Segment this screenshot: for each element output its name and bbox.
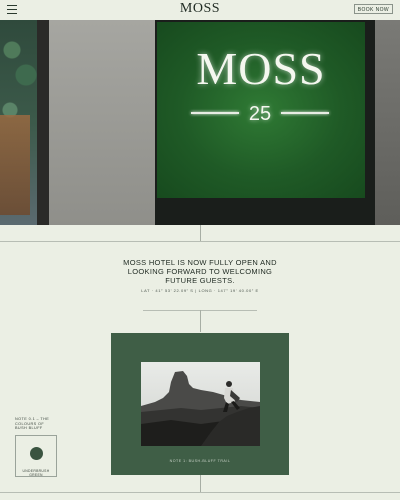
sign-number: 25 — [248, 103, 272, 125]
sign-divider-left — [191, 112, 239, 114]
sign-title: MOSS — [196, 43, 326, 94]
colour-note: NOTE 0.1 – THE COLOURS OF BUSH BLUFF — [15, 417, 50, 431]
announcement-text: MOSS HOTEL IS NOW FULLY OPEN AND LOOKING… — [123, 258, 277, 285]
divider-vertical — [200, 475, 201, 492]
swatch-label: UNDERBRUSH GREEN — [22, 469, 50, 477]
divider-vertical — [200, 225, 201, 241]
site-header: MOSS BOOK NOW — [0, 0, 400, 20]
book-now-button[interactable]: BOOK NOW — [353, 4, 393, 14]
photo-caption: NOTE 1: BUSH-BLUFF TRAIL — [169, 459, 231, 463]
concrete-wall — [49, 20, 157, 225]
divider-horizontal — [0, 241, 400, 242]
swatch-color-dot — [30, 447, 43, 460]
colour-swatch: UNDERBRUSH GREEN — [15, 435, 57, 477]
sign-divider-right — [281, 112, 329, 114]
divider-horizontal — [0, 492, 400, 493]
hero-chair — [0, 115, 30, 215]
site-logo[interactable]: MOSS — [0, 1, 400, 17]
landscape-photo[interactable] — [141, 362, 260, 446]
divider-vertical — [200, 310, 201, 332]
coordinates-text: LAT · 41° 53’ 22.09” S | LONG · 147° 19’… — [141, 288, 259, 293]
mountain-photo-graphic — [141, 362, 260, 446]
